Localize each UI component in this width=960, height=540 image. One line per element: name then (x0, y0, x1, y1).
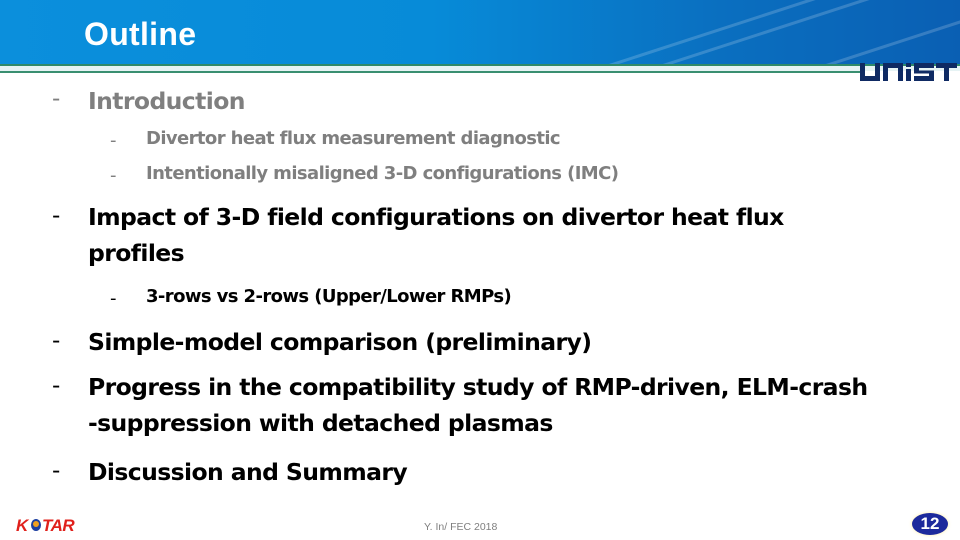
svg-text:K: K (16, 516, 30, 534)
bullet-dash: - (52, 203, 61, 229)
bullet-dash: - (52, 86, 61, 112)
outline-item-progress: Progress in the compatibility study of R… (88, 369, 868, 441)
kstar-logo: K TAR (16, 516, 76, 534)
bullet-dash: - (52, 458, 61, 484)
outline-item-line: Progress in the compatibility study of R… (88, 373, 868, 401)
bullet-dash: - (52, 328, 61, 354)
outline-item-impact-3d: Impact of 3-D field configurations on di… (88, 199, 784, 271)
outline-item-simple-model: Simple-model comparison (preliminary) (88, 328, 592, 356)
outline-subitem-diagnostic: Divertor heat flux measurement diagnosti… (146, 128, 561, 149)
bullet-dash: - (110, 165, 117, 186)
outline-item-line: profiles (88, 239, 185, 267)
bullet-dash: - (110, 130, 117, 151)
outline-subitem-imc: Intentionally misaligned 3-D configurati… (146, 163, 619, 184)
footer-credit: Y. In/ FEC 2018 (424, 521, 498, 533)
outline-item-line: Impact of 3-D field configurations on di… (88, 203, 784, 231)
bullet-dash: - (52, 373, 61, 399)
page-number-badge: 12 (912, 513, 948, 535)
svg-text:TAR: TAR (42, 516, 75, 534)
outline-item-discussion: Discussion and Summary (88, 458, 408, 486)
outline-list: - Introduction - Divertor heat flux meas… (0, 0, 960, 540)
outline-item-line: -suppression with detached plasmas (88, 409, 553, 437)
outline-subitem-rows: 3-rows vs 2-rows (Upper/Lower RMPs) (146, 286, 512, 307)
bullet-dash: - (110, 288, 117, 309)
outline-item-introduction: Introduction (88, 87, 245, 115)
